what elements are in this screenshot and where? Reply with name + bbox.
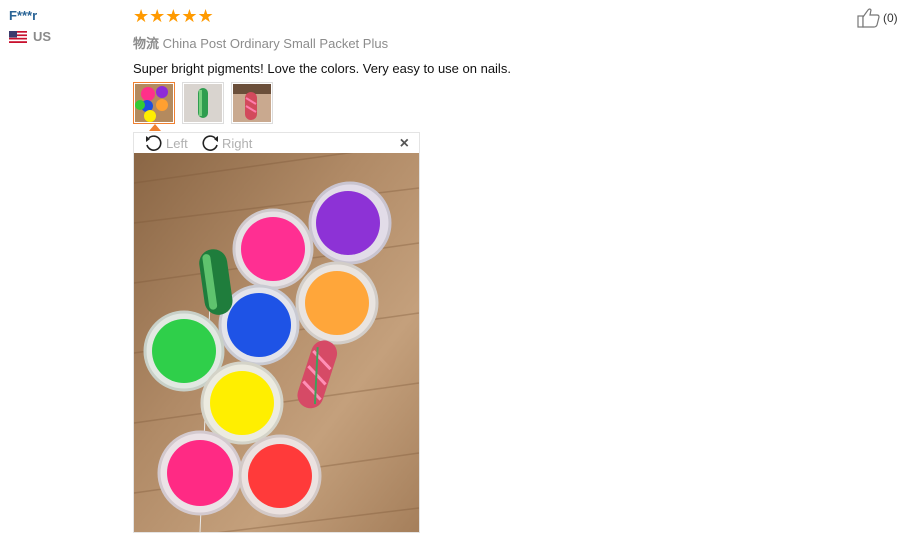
image-viewer: Left Right ×	[133, 132, 420, 533]
rotate-left-label: Left	[166, 135, 188, 151]
reviewer-name: F***r	[9, 8, 38, 23]
shipping-label: 物流	[133, 36, 160, 51]
viewer-toolbar: Left Right ×	[134, 133, 419, 153]
helpful-count: (0)	[883, 11, 898, 25]
review-thumbnail[interactable]	[133, 82, 175, 124]
country-code: US	[33, 29, 52, 44]
shipping-info: 物流 China Post Ordinary Small Packet Plus	[133, 33, 511, 52]
review-body: ★★★★★ 物流 China Post Ordinary Small Packe…	[133, 6, 511, 76]
thumbnail-image	[184, 84, 222, 122]
helpful-button[interactable]: (0)	[857, 8, 898, 28]
thumbnail-image	[233, 84, 271, 122]
rotate-right-label: Right	[222, 135, 253, 151]
star-rating: ★★★★★	[133, 6, 214, 26]
rotate-right-button[interactable]: Right	[200, 134, 252, 152]
review-photo	[134, 153, 419, 532]
review-thumbnails	[133, 82, 273, 124]
review-thumbnail[interactable]	[182, 82, 224, 124]
review-text: Super bright pigments! Love the colors. …	[133, 61, 511, 76]
shipping-method: China Post Ordinary Small Packet Plus	[162, 36, 389, 51]
review-thumbnail[interactable]	[231, 82, 273, 124]
rotate-left-icon	[146, 135, 162, 151]
thumbs-up-icon	[857, 8, 880, 28]
us-flag-icon	[9, 30, 27, 43]
rotate-left-button[interactable]: Left	[144, 134, 188, 152]
thumbnail-pointer	[149, 124, 161, 131]
reviewer-info: F***r US	[9, 8, 51, 44]
close-icon[interactable]: ×	[400, 135, 409, 153]
rotate-right-icon	[202, 135, 218, 151]
reviewer-country: US	[9, 29, 51, 44]
thumbnail-image	[135, 84, 173, 122]
